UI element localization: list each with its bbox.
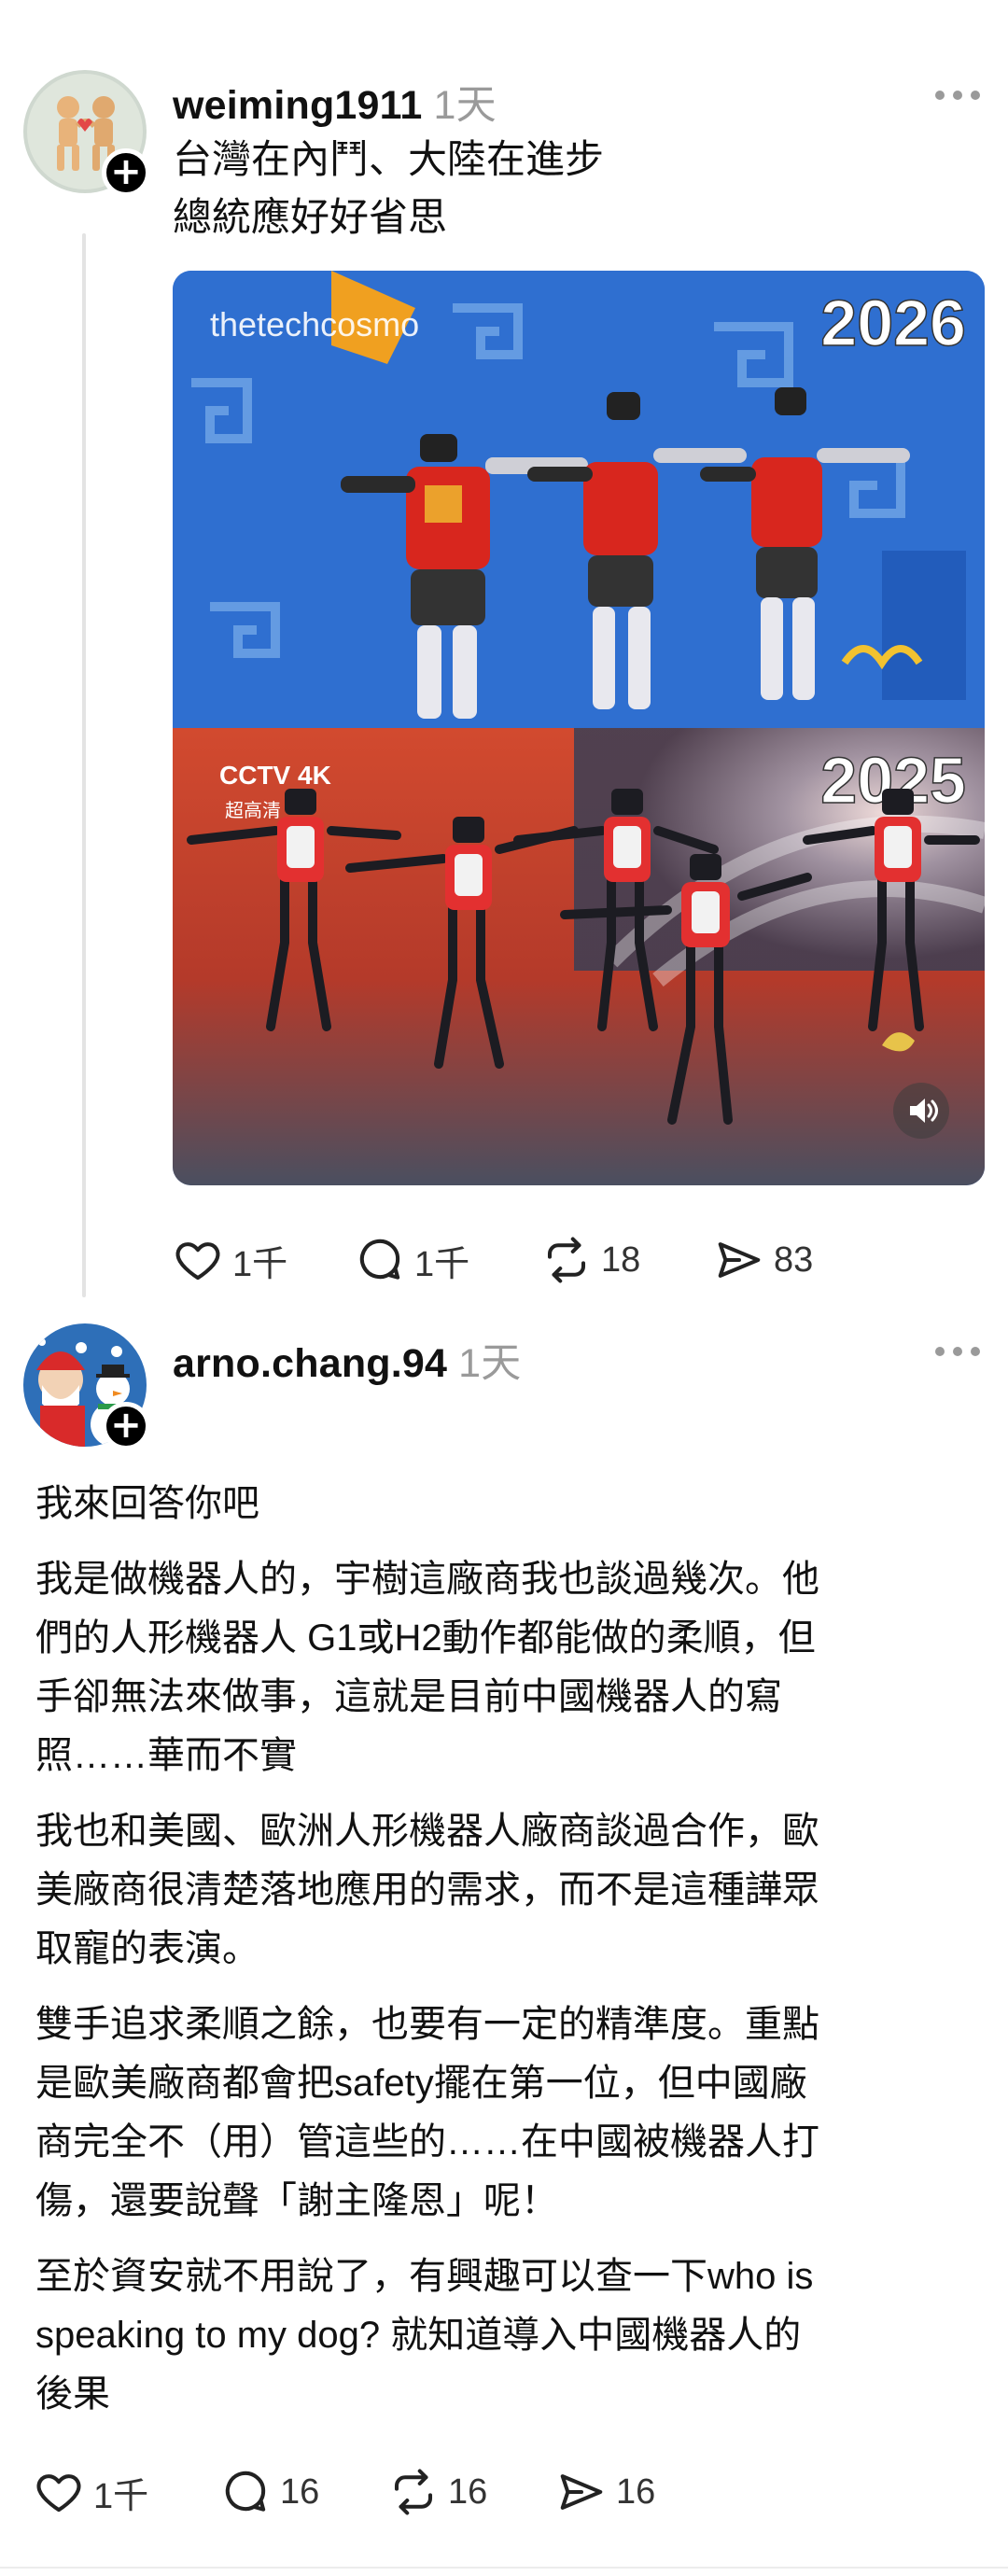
paragraph: 雙手追求柔順之餘，也要有一定的精準度。重點 是歐美廠商都會把safety擺在第一… [35,1995,973,2231]
text-line: 雙手追求柔順之餘，也要有一定的精準度。重點 [35,2004,819,2045]
post-header: weiming1911 1天 [173,73,497,131]
repost-count: 18 [601,1239,641,1280]
post-text-line: 台灣在內鬥、大陸在進步 [173,137,605,181]
comment-icon [359,1239,400,1280]
text-line: 們的人形機器人 G1或H2動作都能做的柔順，但 [35,1617,816,1659]
post-header: arno.chang.94 1天 [173,1331,521,1389]
text-line: 後果 [35,2373,110,2415]
text-line: 我是做機器人的，宇樹這廠商我也談過幾次。他 [35,1559,819,1600]
text-line: 取寵的表演。 [35,1928,259,1969]
text-line: 美廠商很清楚落地應用的需求，而不是這種譁眾 [35,1869,819,1911]
repost-count: 16 [448,2471,488,2512]
paragraph: 我也和美國、歐洲人形機器人廠商談過合作，歐 美廠商很清楚落地應用的需求，而不是這… [35,1802,973,1979]
post-text: 台灣在內鬥、大陸在進步 總統應好好省思 [173,131,604,246]
avatar-weiming1911[interactable]: + [23,70,150,197]
username[interactable]: weiming1911 [173,83,423,128]
repost-icon [394,2469,433,2515]
timestamp: 1天 [433,83,497,128]
heart-icon [175,1242,220,1281]
channel-logo: CCTV 4K [219,761,331,790]
like-count: 1千 [232,1244,288,1284]
paragraph: 我來回答你吧 [35,1475,973,1533]
more-options-icon[interactable] [935,1347,980,1360]
text-line: 傷，還要說聲「謝主隆恩」呢！ [35,2180,558,2221]
comment-count: 1千 [414,1244,470,1284]
post-body: 我來回答你吧 我是做機器人的，宇樹這廠商我也談過幾次。他 們的人形機器人 G1或… [35,1475,973,2424]
text-line: 商完全不（用）管這些的……在中國被機器人打 [35,2121,819,2163]
avatar-arno-chang[interactable]: + [23,1323,150,1450]
heart-icon [36,2474,81,2513]
like-button[interactable]: 1千 [34,2464,148,2520]
text-line: 手卻無法來做事，這就是目前中國機器人的寫 [35,1676,782,1717]
more-options-icon[interactable] [935,91,980,104]
text-line: 至於資安就不用說了，有興趣可以查一下who is [35,2256,814,2297]
thread-connector-line [82,233,86,1297]
video-frame: thetechcosmo 2026 CCTV 4K 超高清 2025 [173,271,985,1185]
post-actions: 1千 1千 18 83 [173,1232,985,1288]
share-button[interactable]: 16 [556,2464,655,2520]
text-line: 我來回答你吧 [35,1483,259,1524]
share-count: 16 [616,2471,656,2512]
text-line: 我也和美國、歐洲人形機器人廠商談過合作，歐 [35,1811,819,1852]
post-arno-chang: + arno.chang.94 1天 我來回答你吧 我是做機器人的，宇樹這廠商我也… [0,1307,1008,2576]
repost-button[interactable]: 16 [388,2464,487,2520]
share-icon [718,1242,761,1278]
share-button[interactable]: 83 [714,1232,813,1288]
bottom-divider [0,2567,1008,2569]
comment-count: 16 [280,2471,320,2512]
post-actions: 1千 16 16 16 [34,2464,967,2520]
text-line: speaking to my dog? 就知道導入中國機器人的 [35,2315,802,2356]
like-count: 1千 [93,2476,149,2516]
paragraph: 至於資安就不用說了，有興趣可以查一下who is speaking to my … [35,2247,973,2424]
text-line: 是歐美廠商都會把safety擺在第一位，但中國廠 [35,2063,807,2104]
year-label-top: 2026 [820,287,966,359]
follow-plus-icon[interactable]: + [102,1402,150,1450]
mute-button[interactable] [893,1083,949,1139]
comment-button[interactable]: 16 [220,2464,319,2520]
channel-sub: 超高清 [225,799,281,821]
text-line: 照……華而不實 [35,1735,297,1776]
comment-button[interactable]: 1千 [355,1232,469,1288]
share-icon [560,2474,603,2510]
paragraph: 我是做機器人的，宇樹這廠商我也談過幾次。他 們的人形機器人 G1或H2動作都能做… [35,1550,973,1785]
share-count: 83 [774,1239,814,1280]
post-video[interactable]: thetechcosmo 2026 CCTV 4K 超高清 2025 [173,271,985,1185]
speaker-icon [910,1099,938,1123]
username[interactable]: arno.chang.94 [173,1341,447,1386]
repost-icon [547,1237,586,1283]
video-watermark: thetechcosmo [210,305,419,343]
like-button[interactable]: 1千 [173,1232,287,1288]
comment-icon [225,2471,266,2512]
post-weiming1911: + weiming1911 1天 台灣在內鬥、大陸在進步 總統應好好省思 the… [0,0,1008,1307]
post-text-line: 總統應好好省思 [173,195,448,239]
timestamp: 1天 [458,1341,522,1386]
follow-plus-icon[interactable]: + [102,148,150,197]
repost-button[interactable]: 18 [541,1232,640,1288]
